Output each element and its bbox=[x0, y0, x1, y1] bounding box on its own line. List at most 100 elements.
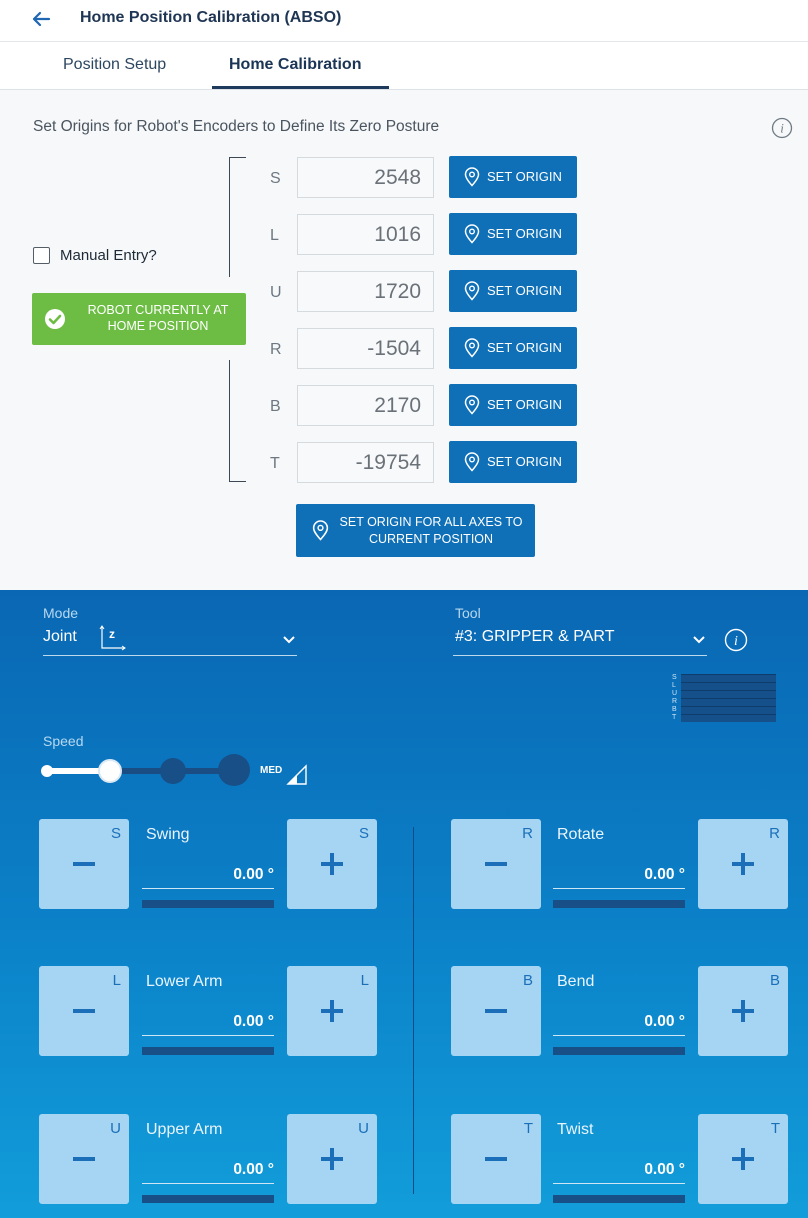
location-pin-icon bbox=[464, 395, 480, 415]
set-origin-all-axes-button[interactable]: SET ORIGIN FOR ALL AXES TO CURRENT POSIT… bbox=[296, 504, 535, 557]
axis-status-bar bbox=[681, 714, 776, 722]
mode-dropdown-underline bbox=[43, 655, 297, 656]
jog-joint-name: Bend bbox=[557, 973, 595, 990]
axis-status-bar bbox=[681, 698, 776, 706]
jog-minus-button-t[interactable]: T bbox=[451, 1114, 541, 1204]
axis-value-s[interactable]: 2548 bbox=[297, 157, 434, 198]
location-pin-icon bbox=[464, 338, 480, 358]
axis-value-t[interactable]: -19754 bbox=[297, 442, 434, 483]
set-origin-button-u[interactable]: SET ORIGIN bbox=[449, 270, 577, 312]
jog-minus-button-r[interactable]: R bbox=[451, 819, 541, 909]
chevron-down-icon[interactable] bbox=[692, 635, 706, 645]
tab-bar: Position Setup Home Calibration bbox=[0, 42, 808, 90]
set-origin-button-l[interactable]: SET ORIGIN bbox=[449, 213, 577, 255]
speed-step-dot[interactable] bbox=[41, 765, 53, 777]
axis-status-row: B bbox=[672, 706, 776, 714]
jog-value-underline bbox=[142, 1183, 274, 1184]
tool-dropdown-underline bbox=[453, 655, 707, 656]
svg-text:i: i bbox=[734, 634, 738, 649]
jog-plus-button-s[interactable]: S bbox=[287, 819, 377, 909]
jog-minus-button-u[interactable]: U bbox=[39, 1114, 129, 1204]
active-tab-indicator bbox=[212, 86, 389, 89]
calibration-heading: Set Origins for Robot's Encoders to Defi… bbox=[33, 118, 440, 135]
set-origin-label: SET ORIGIN bbox=[487, 283, 562, 298]
minus-icon bbox=[485, 1157, 507, 1161]
axis-bracket-bottom bbox=[229, 360, 246, 482]
jog-joint-bar bbox=[142, 1047, 274, 1055]
set-origin-button-b[interactable]: SET ORIGIN bbox=[449, 384, 577, 426]
speed-step-dot[interactable] bbox=[218, 754, 250, 786]
jog-joint-bar bbox=[553, 1195, 685, 1203]
axis-label-u: U bbox=[270, 284, 282, 301]
jog-joint-value: 0.00 ° bbox=[644, 1013, 685, 1030]
page-title: Home Position Calibration (ABSO) bbox=[80, 9, 342, 26]
jog-value-underline bbox=[553, 1183, 685, 1184]
jog-joint-bar bbox=[142, 900, 274, 908]
set-origin-button-t[interactable]: SET ORIGIN bbox=[449, 441, 577, 483]
tab-home-calibration[interactable]: Home Calibration bbox=[229, 56, 361, 74]
axis-label-t: T bbox=[270, 455, 280, 472]
speed-slider-handle[interactable] bbox=[98, 759, 122, 783]
location-pin-icon bbox=[464, 224, 480, 244]
mode-select-value[interactable]: Joint bbox=[43, 628, 77, 646]
location-pin-icon bbox=[312, 520, 329, 541]
speed-level-label: MED bbox=[260, 765, 283, 776]
location-pin-icon bbox=[464, 167, 480, 187]
jog-joint-bar bbox=[142, 1195, 274, 1203]
jog-joint-bar bbox=[553, 1047, 685, 1055]
plus-icon bbox=[732, 853, 754, 875]
jog-minus-button-b[interactable]: B bbox=[451, 966, 541, 1056]
minus-icon bbox=[485, 862, 507, 866]
calibration-panel: Set Origins for Robot's Encoders to Defi… bbox=[0, 90, 808, 590]
axis-bracket-top bbox=[229, 157, 246, 277]
jog-value-underline bbox=[553, 1035, 685, 1036]
axis-status-bar bbox=[681, 674, 776, 682]
jog-joint-value: 0.00 ° bbox=[644, 866, 685, 883]
jog-plus-button-l[interactable]: L bbox=[287, 966, 377, 1056]
tool-select-value[interactable]: #3: GRIPPER & PART bbox=[455, 628, 614, 646]
axis-label-b: B bbox=[270, 398, 281, 415]
axis-status-bar bbox=[681, 690, 776, 698]
manual-entry-checkbox[interactable] bbox=[33, 247, 50, 264]
axis-status-letter: T bbox=[672, 714, 677, 721]
jog-value-underline bbox=[142, 1035, 274, 1036]
minus-icon bbox=[73, 1009, 95, 1013]
set-origin-button-r[interactable]: SET ORIGIN bbox=[449, 327, 577, 369]
axis-status-bar bbox=[681, 706, 776, 714]
jog-minus-button-l[interactable]: L bbox=[39, 966, 129, 1056]
set-origin-label: SET ORIGIN bbox=[487, 454, 562, 469]
jog-plus-button-u[interactable]: U bbox=[287, 1114, 377, 1204]
info-icon[interactable]: i bbox=[724, 628, 748, 652]
axis-label-l: L bbox=[270, 227, 279, 244]
axis-value-b[interactable]: 2170 bbox=[297, 385, 434, 426]
check-circle-icon bbox=[45, 309, 65, 329]
arrow-left-icon[interactable] bbox=[30, 8, 52, 30]
minus-icon bbox=[485, 1009, 507, 1013]
mode-caption: Mode bbox=[43, 605, 79, 621]
jog-plus-button-b[interactable]: B bbox=[698, 966, 788, 1056]
jog-divider bbox=[413, 827, 414, 1194]
axis-status-bars: S L U R B T bbox=[672, 674, 776, 728]
manual-entry-label: Manual Entry? bbox=[60, 247, 157, 264]
jog-plus-button-r[interactable]: R bbox=[698, 819, 788, 909]
set-origin-label: SET ORIGIN bbox=[487, 340, 562, 355]
axis-label-r: R bbox=[270, 341, 282, 358]
axis-value-l[interactable]: 1016 bbox=[297, 214, 434, 255]
jog-plus-button-t[interactable]: T bbox=[698, 1114, 788, 1204]
speed-step-dot[interactable] bbox=[160, 758, 186, 784]
set-origin-button-s[interactable]: SET ORIGIN bbox=[449, 156, 577, 198]
plus-icon bbox=[321, 853, 343, 875]
tab-position-setup[interactable]: Position Setup bbox=[63, 56, 166, 74]
info-icon[interactable]: i bbox=[771, 117, 793, 139]
jog-minus-button-s[interactable]: S bbox=[39, 819, 129, 909]
jog-joint-name: Upper Arm bbox=[146, 1121, 223, 1138]
axis-status-row: S bbox=[672, 674, 776, 682]
set-origin-label: SET ORIGIN bbox=[487, 226, 562, 241]
axis-value-u[interactable]: 1720 bbox=[297, 271, 434, 312]
axis-status-row: U bbox=[672, 690, 776, 698]
minus-icon bbox=[73, 862, 95, 866]
jog-joint-name: Rotate bbox=[557, 826, 605, 843]
chevron-down-icon[interactable] bbox=[282, 635, 296, 645]
axis-value-r[interactable]: -1504 bbox=[297, 328, 434, 369]
plus-icon bbox=[732, 1000, 754, 1022]
